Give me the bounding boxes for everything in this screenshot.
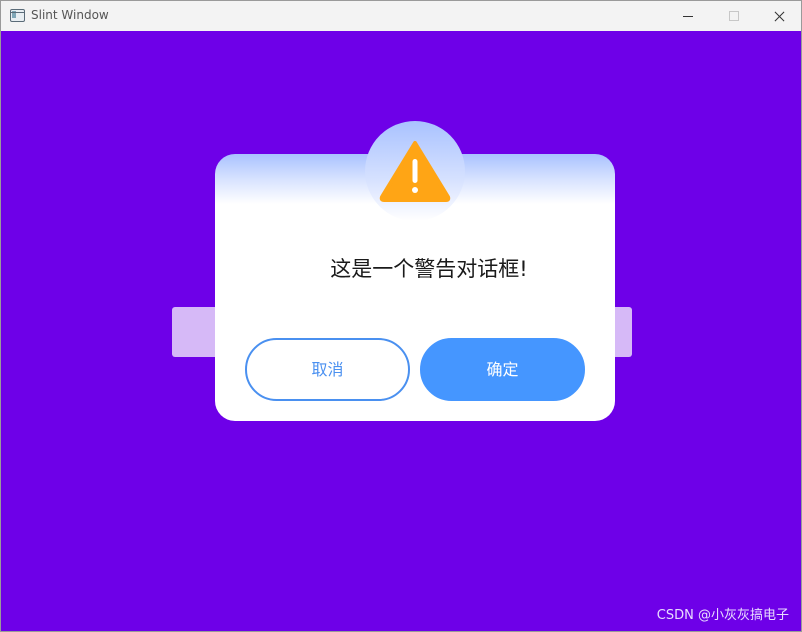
close-icon[interactable] [757,1,801,31]
window-title: Slint Window [31,8,109,22]
confirm-button[interactable]: 确定 [420,338,585,401]
warning-icon [379,141,451,202]
title-bar[interactable]: Slint Window [1,1,801,31]
app-window-icon [10,9,25,22]
app-window: Slint Window 这是一个警告对话框! 取消 确定 CSDN @小灰灰搞… [0,0,802,632]
dialog-message: 这是一个警告对话框! [330,257,528,281]
minimize-icon[interactable] [665,1,711,31]
watermark: CSDN @小灰灰搞电子 [656,608,789,623]
maximize-icon [711,1,757,31]
cancel-button[interactable]: 取消 [245,338,410,401]
